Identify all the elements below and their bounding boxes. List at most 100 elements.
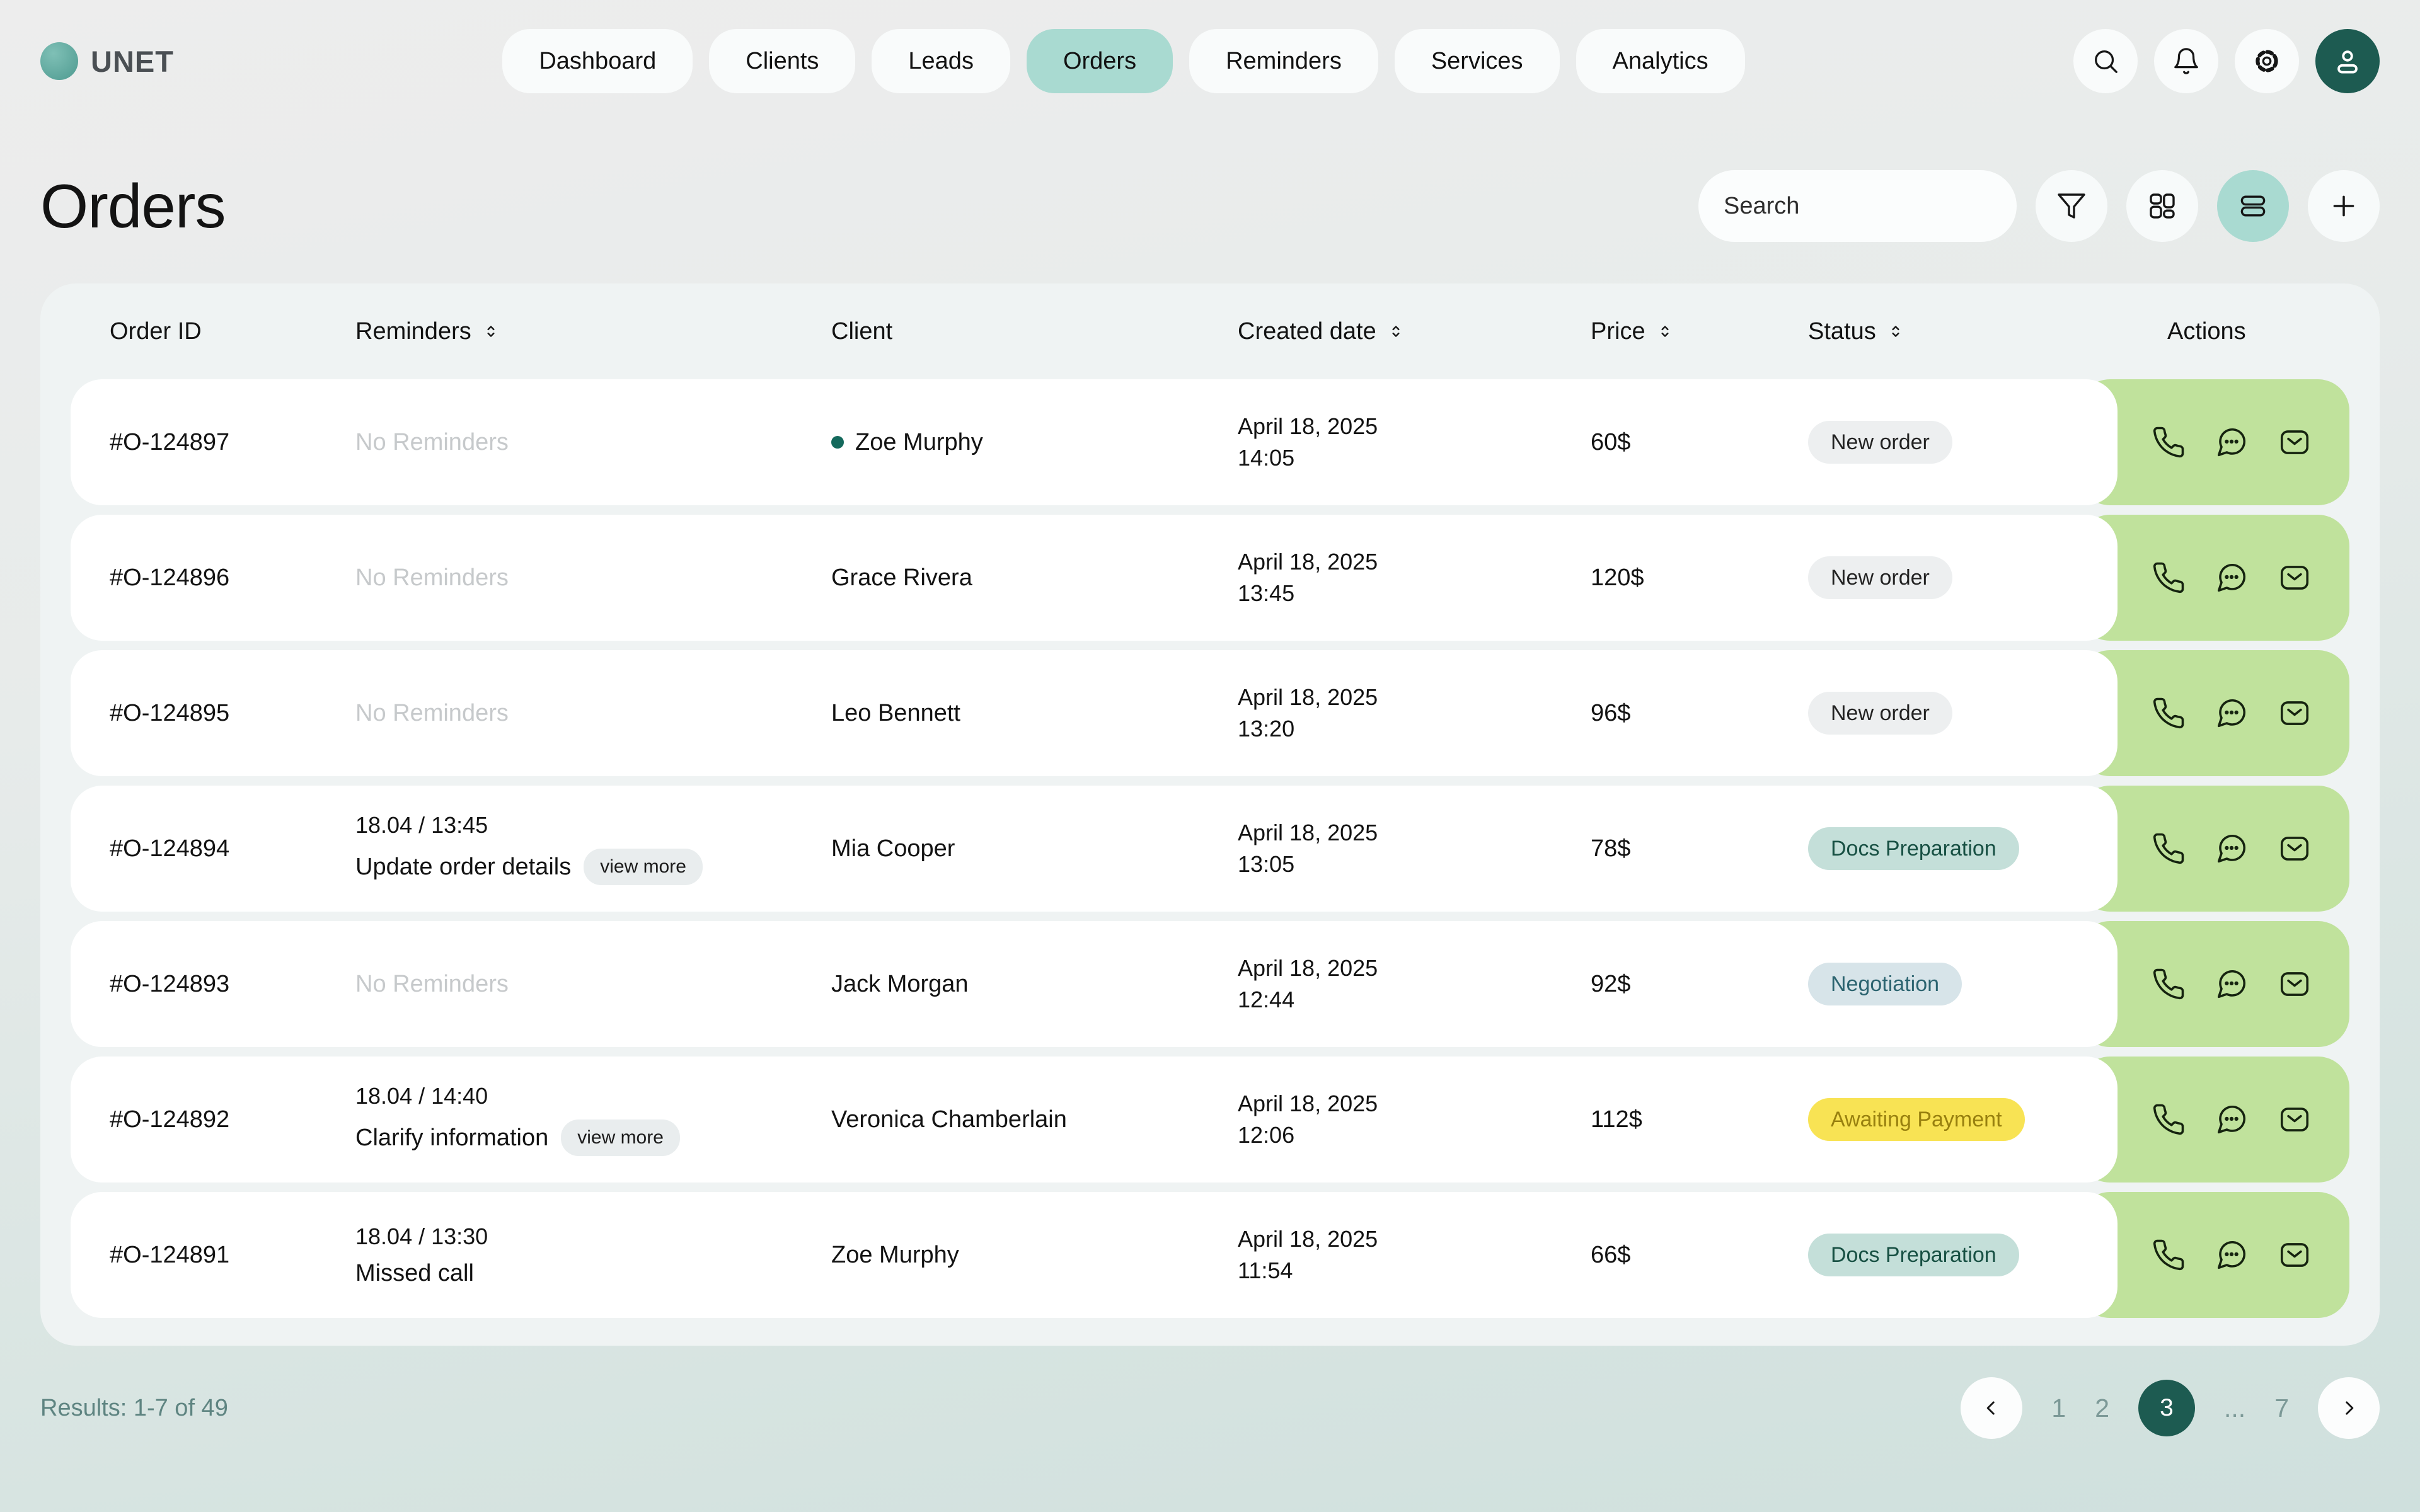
phone-icon[interactable] bbox=[2152, 425, 2186, 459]
nav-item-clients[interactable]: Clients bbox=[709, 29, 855, 93]
reminder-datetime: 18.04 / 13:30 bbox=[355, 1223, 831, 1250]
reminder-cell: 18.04 / 13:45 Update order details view … bbox=[355, 812, 831, 885]
nav-item-reminders[interactable]: Reminders bbox=[1189, 29, 1378, 93]
row-card: #O-124896 No Reminders Grace Rivera Apri… bbox=[71, 515, 2118, 641]
next-page-button[interactable] bbox=[2318, 1377, 2380, 1439]
chat-icon[interactable] bbox=[2215, 425, 2249, 459]
logo-icon bbox=[40, 42, 78, 80]
column-header-status[interactable]: Status bbox=[1808, 318, 2167, 345]
search-input[interactable] bbox=[1724, 193, 2032, 220]
client-cell: Grace Rivera bbox=[831, 564, 1238, 592]
settings-button[interactable] bbox=[2235, 29, 2299, 93]
grid-view-button[interactable] bbox=[2126, 170, 2198, 242]
status-cell: Awaiting Payment bbox=[1808, 1098, 2118, 1141]
chat-icon[interactable] bbox=[2215, 1102, 2249, 1137]
created-date-cell: April 18, 2025 13:20 bbox=[1238, 682, 1591, 745]
page-1[interactable]: 1 bbox=[2051, 1394, 2066, 1423]
row-actions bbox=[2078, 515, 2349, 641]
profile-button[interactable] bbox=[2315, 29, 2380, 93]
nav-item-dashboard[interactable]: Dashboard bbox=[502, 29, 693, 93]
page-3-current[interactable]: 3 bbox=[2138, 1380, 2195, 1436]
table-footer: Results: 1-7 of 49 1 2 3 ... 7 bbox=[30, 1377, 2390, 1439]
reminder-cell: No Reminders bbox=[355, 429, 831, 456]
phone-icon[interactable] bbox=[2152, 967, 2186, 1001]
chevron-right-icon bbox=[2336, 1395, 2361, 1421]
nav-item-services[interactable]: Services bbox=[1395, 29, 1560, 93]
phone-icon[interactable] bbox=[2152, 832, 2186, 866]
price: 96$ bbox=[1591, 700, 1808, 727]
client-cell: Veronica Chamberlain bbox=[831, 1106, 1238, 1133]
phone-icon[interactable] bbox=[2152, 1102, 2186, 1137]
chat-icon[interactable] bbox=[2215, 561, 2249, 595]
page-title: Orders bbox=[40, 171, 226, 242]
created-date-cell: April 18, 2025 12:06 bbox=[1238, 1088, 1591, 1151]
status-cell: New order bbox=[1808, 421, 2118, 464]
mail-icon[interactable] bbox=[2278, 425, 2312, 459]
mail-icon[interactable] bbox=[2278, 832, 2312, 866]
notifications-button[interactable] bbox=[2154, 29, 2218, 93]
reminder-line: Clarify information view more bbox=[355, 1120, 831, 1156]
reminder-text: Update order details bbox=[355, 854, 571, 881]
mail-icon[interactable] bbox=[2278, 1102, 2312, 1137]
created-date: April 18, 2025 bbox=[1238, 817, 1591, 849]
person-icon bbox=[2332, 46, 2363, 76]
column-header-price[interactable]: Price bbox=[1591, 318, 1808, 345]
reminder-line: Missed call bbox=[355, 1260, 831, 1287]
status-badge: Docs Preparation bbox=[1808, 827, 2019, 870]
column-header-created-date[interactable]: Created date bbox=[1238, 318, 1591, 345]
sort-icon bbox=[481, 322, 500, 341]
order-id: #O-124893 bbox=[110, 971, 355, 998]
table-row: #O-124893 No Reminders Jack Morgan April… bbox=[71, 921, 2349, 1047]
mail-icon[interactable] bbox=[2278, 696, 2312, 730]
mail-icon[interactable] bbox=[2278, 561, 2312, 595]
status-badge: Docs Preparation bbox=[1808, 1234, 2019, 1276]
created-date: April 18, 2025 bbox=[1238, 411, 1591, 442]
nav-item-leads[interactable]: Leads bbox=[872, 29, 1010, 93]
order-id: #O-124892 bbox=[110, 1106, 355, 1133]
mail-icon[interactable] bbox=[2278, 1238, 2312, 1272]
view-more-button[interactable]: view more bbox=[584, 849, 703, 885]
chat-icon[interactable] bbox=[2215, 696, 2249, 730]
prev-page-button[interactable] bbox=[1961, 1377, 2022, 1439]
client-name: Mia Cooper bbox=[831, 835, 955, 862]
created-date-cell: April 18, 2025 14:05 bbox=[1238, 411, 1591, 474]
page-2[interactable]: 2 bbox=[2095, 1394, 2109, 1423]
list-view-icon bbox=[2238, 191, 2268, 221]
plus-icon bbox=[2328, 190, 2360, 222]
add-order-button[interactable] bbox=[2308, 170, 2380, 242]
chat-icon[interactable] bbox=[2215, 967, 2249, 1001]
phone-icon[interactable] bbox=[2152, 696, 2186, 730]
view-more-button[interactable]: view more bbox=[561, 1120, 680, 1156]
reminder-datetime: 18.04 / 13:45 bbox=[355, 812, 831, 839]
page-7[interactable]: 7 bbox=[2274, 1394, 2289, 1423]
client-cell: Leo Bennett bbox=[831, 700, 1238, 727]
chat-icon[interactable] bbox=[2215, 832, 2249, 866]
phone-icon[interactable] bbox=[2152, 561, 2186, 595]
table-row: #O-124892 18.04 / 14:40 Clarify informat… bbox=[71, 1057, 2349, 1183]
status-badge: New order bbox=[1808, 556, 1952, 599]
created-time: 13:20 bbox=[1238, 713, 1591, 745]
row-card: #O-124893 No Reminders Jack Morgan April… bbox=[71, 921, 2118, 1047]
client-name: Veronica Chamberlain bbox=[831, 1106, 1067, 1133]
column-header-reminders[interactable]: Reminders bbox=[355, 318, 831, 345]
list-view-button[interactable] bbox=[2217, 170, 2289, 242]
nav-item-analytics[interactable]: Analytics bbox=[1576, 29, 1745, 93]
bell-icon bbox=[2172, 47, 2201, 76]
price: 120$ bbox=[1591, 564, 1808, 592]
status-cell: Docs Preparation bbox=[1808, 1234, 2118, 1276]
row-card: #O-124891 18.04 / 13:30 Missed call Zoe … bbox=[71, 1192, 2118, 1318]
row-actions bbox=[2078, 650, 2349, 776]
orders-table: Order ID Reminders Client Created date P… bbox=[40, 284, 2380, 1346]
price: 112$ bbox=[1591, 1106, 1808, 1133]
mail-icon[interactable] bbox=[2278, 967, 2312, 1001]
chat-icon[interactable] bbox=[2215, 1238, 2249, 1272]
created-date: April 18, 2025 bbox=[1238, 1223, 1591, 1255]
created-time: 12:44 bbox=[1238, 984, 1591, 1016]
search-button[interactable] bbox=[2073, 29, 2138, 93]
search-box bbox=[1698, 170, 2017, 242]
nav-item-orders[interactable]: Orders bbox=[1027, 29, 1173, 93]
filter-icon bbox=[2056, 191, 2087, 221]
phone-icon[interactable] bbox=[2152, 1238, 2186, 1272]
filter-button[interactable] bbox=[2036, 170, 2107, 242]
created-date: April 18, 2025 bbox=[1238, 546, 1591, 578]
